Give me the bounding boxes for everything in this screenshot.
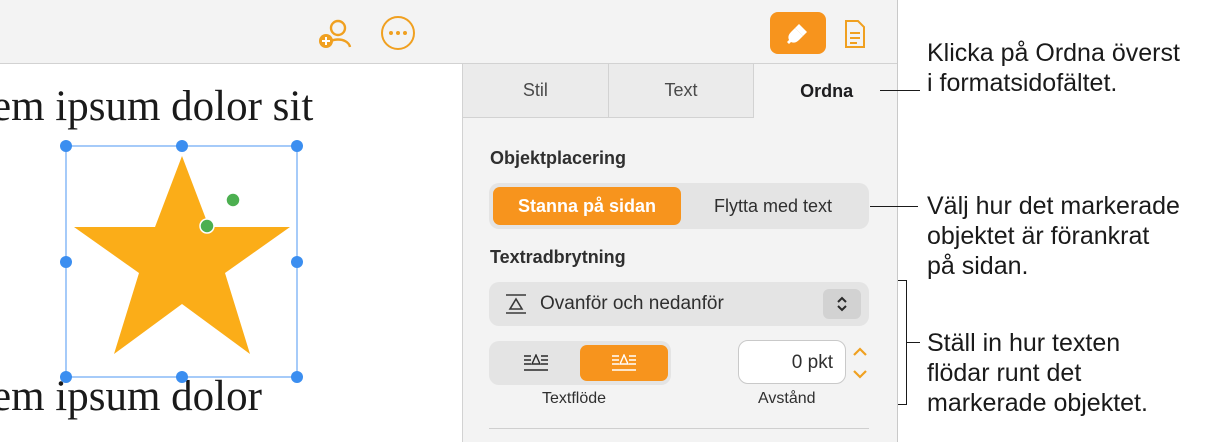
format-paintbrush-icon[interactable]	[770, 12, 826, 54]
flow-option-icon[interactable]	[492, 345, 580, 381]
callout-text: Klicka på Ordna överst i formatsidofälte…	[927, 39, 1180, 97]
placement-segmented-control: Stanna på sidan Flytta med text	[489, 183, 869, 229]
shape-control-point	[225, 192, 241, 208]
callout-text: Ställ in hur texten flödar runt det mark…	[927, 329, 1148, 417]
app-window: em ipsum dolor sit em ipsum dolor Stil T…	[0, 0, 898, 442]
more-icon[interactable]	[381, 16, 415, 50]
text-wrap-popup[interactable]: Ovanför och nedanför	[489, 282, 869, 326]
divider	[489, 428, 869, 429]
toolbar	[0, 0, 897, 64]
format-sidebar: Stil Text Ordna Objektplacering Stanna p…	[462, 64, 897, 442]
spacing-value: 0 pkt	[791, 352, 833, 373]
flow-option-selected-icon[interactable]	[580, 345, 668, 381]
star-shape	[74, 156, 290, 354]
move-with-text-button[interactable]: Flytta med text	[681, 187, 865, 225]
tab-text[interactable]: Text	[608, 64, 755, 118]
spacing-stepper-icon[interactable]	[849, 343, 871, 383]
tab-ordna[interactable]: Ordna	[754, 64, 897, 118]
text-wrap-value: Ovanför och nedanför	[540, 293, 724, 314]
callout-bracket	[898, 404, 907, 405]
text-flow-segmented-control	[489, 341, 671, 385]
callout-bracket	[906, 342, 920, 343]
tab-stil[interactable]: Stil	[463, 64, 609, 118]
callout-leader	[870, 206, 918, 207]
sidebar-tabs: Stil Text Ordna	[463, 64, 897, 118]
collaborate-icon[interactable]	[316, 17, 356, 51]
callout-leader	[880, 90, 920, 91]
callout-wrap: Ställ in hur texten flödar runt det mark…	[927, 328, 1148, 418]
placement-heading: Objektplacering	[490, 148, 627, 168]
document-canvas[interactable]: em ipsum dolor sit em ipsum dolor	[0, 64, 462, 442]
chevron-updown-icon[interactable]	[823, 289, 861, 319]
text-wrap-heading: Textradbrytning	[490, 247, 626, 267]
stay-on-page-button[interactable]: Stanna på sidan	[493, 187, 681, 225]
callout-bracket	[898, 280, 907, 281]
spacing-field[interactable]: 0 pkt	[738, 340, 846, 384]
callout-ordna: Klicka på Ordna överst i formatsidofälte…	[927, 38, 1180, 98]
callout-text: Välj hur det markerade objektet är föran…	[927, 192, 1180, 280]
callout-placement: Välj hur det markerade objektet är föran…	[927, 191, 1180, 281]
spacing-label: Avstånd	[758, 390, 816, 407]
shape-control-point	[199, 218, 215, 234]
text-flow-label: Textflöde	[542, 390, 607, 407]
wrap-above-below-icon	[506, 294, 526, 314]
document-icon[interactable]	[840, 17, 870, 51]
